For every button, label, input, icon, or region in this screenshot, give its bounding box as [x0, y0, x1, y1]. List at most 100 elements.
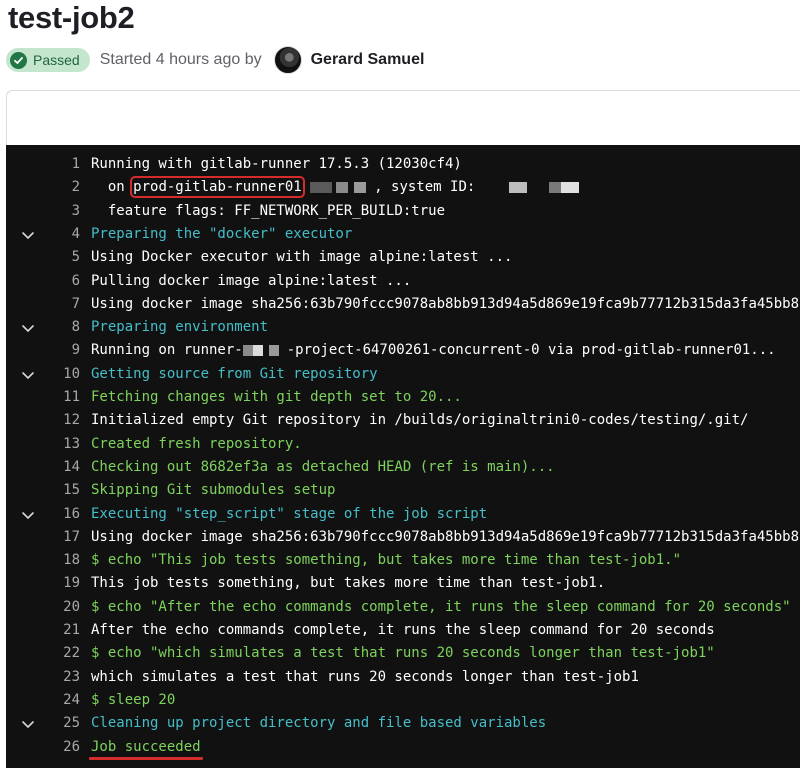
chevron-down-icon[interactable]	[20, 367, 36, 383]
line-number[interactable]: 19	[46, 572, 80, 595]
log-text: Preparing the "docker" executor	[91, 225, 353, 242]
log-line: 7 Using docker image sha256:63b790fccc907…	[6, 293, 800, 316]
line-number[interactable]: 11	[46, 386, 80, 409]
line-number[interactable]: 15	[46, 479, 80, 502]
log-line: 11 Fetching changes with git depth set to…	[6, 386, 800, 409]
avatar[interactable]	[273, 46, 302, 74]
chevron-down-icon[interactable]	[20, 507, 36, 523]
status-label: Passed	[33, 52, 80, 68]
line-number[interactable]: 7	[46, 293, 80, 316]
log-line: 22 $ echo "which simulates a test that ru…	[6, 642, 800, 665]
line-number[interactable]: 10	[46, 363, 80, 386]
status-badge[interactable]: Passed	[6, 48, 90, 72]
redacted-block	[561, 181, 580, 193]
log-line: 23 which simulates a test that runs 20 se…	[6, 666, 800, 689]
log-text: Using docker image sha256:63b790fccc9078…	[91, 528, 800, 545]
log-text: which simulates a test that runs 20 seco…	[91, 668, 639, 685]
chevron-down-icon[interactable]	[20, 320, 36, 336]
log-line[interactable]: 10 Getting source from Git repository	[6, 363, 800, 386]
job-meta: Passed Started 4 hours ago by Gerard Sam…	[6, 46, 424, 74]
log-text: $ echo "which simulates a test that runs…	[91, 645, 715, 662]
chevron-down-icon[interactable]	[20, 227, 36, 243]
log-text: $ sleep 20	[91, 691, 176, 708]
log-line: 17 Using docker image sha256:63b790fccc90…	[6, 526, 800, 549]
line-number[interactable]: 12	[46, 409, 80, 432]
redacted-block	[268, 344, 279, 356]
log-line[interactable]: 25 Cleaning up project directory and file…	[6, 712, 800, 735]
job-log: 1 Running with gitlab-runner 17.5.3 (1203…	[6, 145, 800, 768]
log-line: 24 $ sleep 20	[6, 689, 800, 712]
log-bottom-edge	[6, 768, 800, 779]
line-number[interactable]: 16	[46, 503, 80, 526]
chevron-down-icon[interactable]	[20, 716, 36, 732]
redacted-block	[549, 181, 562, 193]
log-line: 12 Initialized empty Git repository in /b…	[6, 409, 800, 432]
line-number[interactable]: 8	[46, 316, 80, 339]
log-text: Executing "step_script" stage of the job…	[91, 505, 488, 522]
log-line: 13 Created fresh repository.	[6, 433, 800, 456]
log-line: 21 After the echo commands complete, it r…	[6, 619, 800, 642]
log-text: Fetching changes with git depth set to 2…	[91, 389, 462, 405]
started-text: Started 4 hours ago by	[99, 51, 262, 68]
line-number[interactable]: 13	[46, 433, 80, 456]
log-line: 6 Pulling docker image alpine:latest ...	[6, 270, 800, 293]
log-line: 20 $ echo "After the echo commands comple…	[6, 596, 800, 619]
log-text: Cleaning up project directory and file b…	[91, 715, 547, 732]
line-number[interactable]: 1	[46, 153, 80, 176]
line-number[interactable]: 25	[46, 712, 80, 735]
log-line: 26 Job succeeded	[6, 736, 800, 759]
line-number[interactable]: 5	[46, 246, 80, 269]
line-number[interactable]: 18	[46, 549, 80, 572]
log-line: 3 feature flags: FF_NETWORK_PER_BUILD:tr…	[6, 200, 800, 223]
log-text: Skipping Git submodules setup	[91, 482, 336, 499]
log-text: Running with gitlab-runner 17.5.3 (12030…	[91, 156, 462, 172]
line-number[interactable]: 26	[46, 736, 80, 759]
redacted-block	[353, 181, 366, 193]
redacted-block	[309, 181, 332, 193]
log-text: on prod-gitlab-runner01 , system ID:	[91, 176, 580, 199]
log-text: $ echo "This job tests something, but ta…	[91, 552, 682, 569]
log-line[interactable]: 16 Executing "step_script" stage of the j…	[6, 503, 800, 526]
log-line[interactable]: 8 Preparing environment	[6, 316, 800, 339]
log-line: 5 Using Docker executor with image alpine…	[6, 246, 800, 269]
log-text: Checking out 8682ef3a as detached HEAD (…	[91, 458, 555, 475]
line-number[interactable]: 24	[46, 689, 80, 712]
redacted-block	[242, 344, 253, 356]
log-line[interactable]: 4 Preparing the "docker" executor	[6, 223, 800, 246]
log-line: 14 Checking out 8682ef3a as detached HEAD…	[6, 456, 800, 479]
log-text: Using docker image sha256:63b790fccc9078…	[91, 295, 800, 312]
check-circle-icon	[10, 51, 27, 69]
log-line: 2 on prod-gitlab-runner01 , system ID:	[6, 176, 800, 199]
redacted-block	[509, 181, 528, 193]
user-name[interactable]: Gerard Samuel	[311, 51, 425, 69]
line-number[interactable]: 21	[46, 619, 80, 642]
line-number[interactable]: 9	[46, 339, 80, 362]
log-text: Created fresh repository.	[91, 435, 302, 452]
line-number[interactable]: 22	[46, 642, 80, 665]
log-text: This job tests something, but takes more…	[91, 575, 606, 592]
line-number[interactable]: 17	[46, 526, 80, 549]
line-number[interactable]: 2	[46, 176, 80, 199]
line-number[interactable]: 20	[46, 596, 80, 619]
log-line: 18 $ echo "This job tests something, but …	[6, 549, 800, 572]
job-title: test-job2	[8, 0, 135, 35]
log-text: Initialized empty Git repository in /bui…	[91, 412, 749, 429]
line-number[interactable]: 23	[46, 666, 80, 689]
log-text: Job succeeded	[91, 738, 201, 755]
log-text: Running on runner- -project-64700261-conc…	[91, 342, 776, 359]
success-underline	[89, 756, 203, 760]
line-number[interactable]: 14	[46, 456, 80, 479]
redacted-block	[335, 181, 348, 193]
log-text: Pulling docker image alpine:latest ...	[91, 272, 412, 289]
line-number[interactable]: 3	[46, 200, 80, 223]
line-number[interactable]: 6	[46, 270, 80, 293]
highlighted-runner-name: prod-gitlab-runner01	[130, 176, 305, 199]
log-text: After the echo commands complete, it run…	[91, 622, 715, 638]
line-number[interactable]: 4	[46, 223, 80, 246]
log-text: Getting source from Git repository	[91, 365, 378, 382]
log-line: 9 Running on runner- -project-64700261-con…	[6, 339, 800, 362]
log-text: feature flags: FF_NETWORK_PER_BUILD:true	[91, 202, 446, 219]
log-text: Preparing environment	[91, 319, 269, 336]
log-text: $ echo "After the echo commands complete…	[91, 598, 791, 615]
log-line: 15 Skipping Git submodules setup	[6, 479, 800, 502]
